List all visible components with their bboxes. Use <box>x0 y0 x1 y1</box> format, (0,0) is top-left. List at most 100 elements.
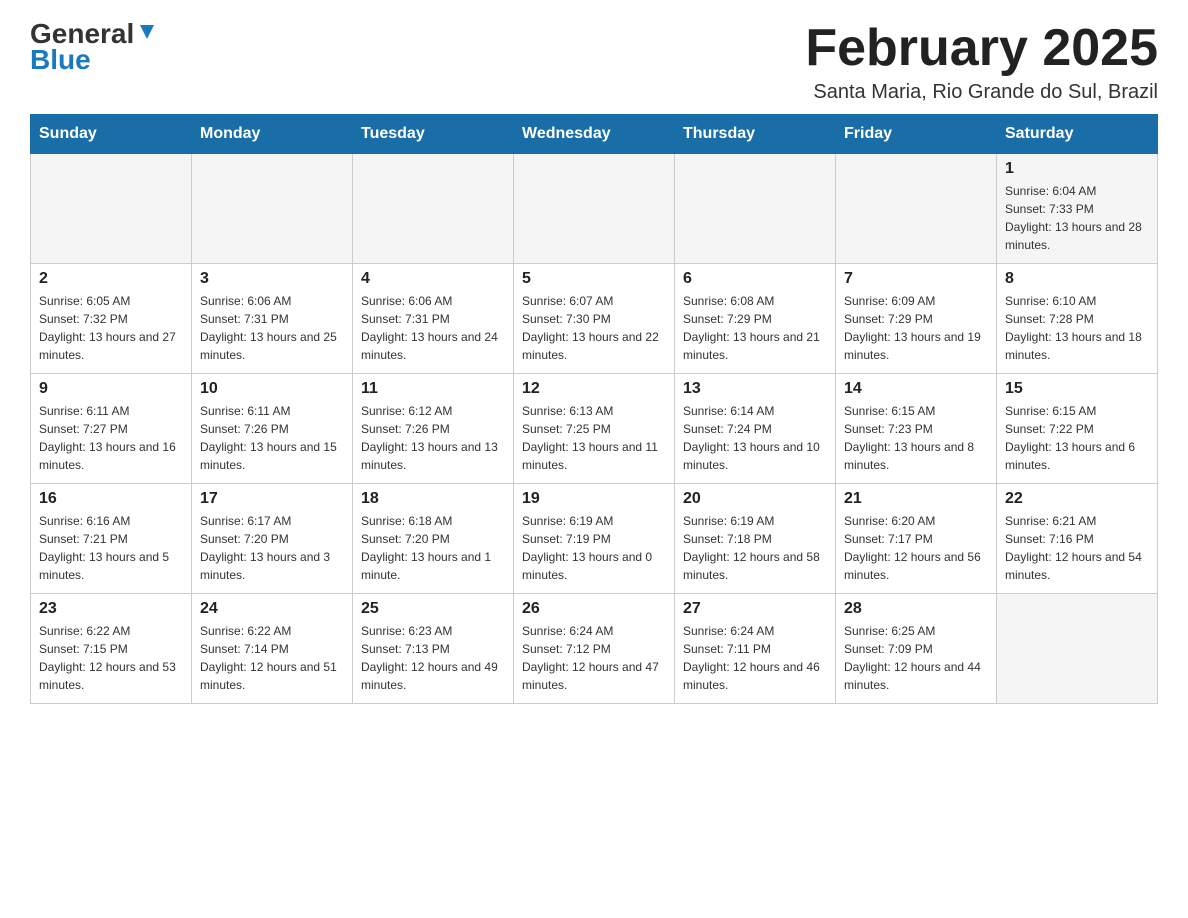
calendar-cell: 21Sunrise: 6:20 AM Sunset: 7:17 PM Dayli… <box>836 484 997 594</box>
logo: General Blue <box>30 20 158 76</box>
day-number: 16 <box>39 490 183 508</box>
calendar-cell: 27Sunrise: 6:24 AM Sunset: 7:11 PM Dayli… <box>675 594 836 704</box>
day-info: Sunrise: 6:10 AM Sunset: 7:28 PM Dayligh… <box>1005 292 1149 364</box>
calendar-cell: 9 Sunrise: 6:11 AM Sunset: 7:27 PM Daylig… <box>31 374 192 484</box>
day-info: Sunrise: 6:18 AM Sunset: 7:20 PM Dayligh… <box>361 512 505 584</box>
day-info: Sunrise: 6:15 AM Sunset: 7:22 PM Dayligh… <box>1005 402 1149 474</box>
calendar-cell: 3 Sunrise: 6:06 AM Sunset: 7:31 PM Daylig… <box>192 264 353 374</box>
day-number: 4 <box>361 270 505 288</box>
calendar-cell: 14 Sunrise: 6:15 AM Sunset: 7:23 PM Dayli… <box>836 374 997 484</box>
day-number: 18 <box>361 490 505 508</box>
header-row: SundayMondayTuesdayWednesdayThursdayFrid… <box>31 115 1158 154</box>
day-number: 5 <box>522 270 666 288</box>
day-number: 24 <box>200 600 344 618</box>
calendar-cell <box>836 154 997 264</box>
day-info: Sunrise: 6:11 AM Sunset: 7:27 PM Dayligh… <box>39 402 183 474</box>
day-number: 21 <box>844 490 988 508</box>
day-number: 14 <box>844 380 988 398</box>
day-info: Sunrise: 6:19 AM Sunset: 7:18 PM Dayligh… <box>683 512 827 584</box>
day-number: 11 <box>361 380 505 398</box>
day-number: 27 <box>683 600 827 618</box>
day-info: Sunrise: 6:21 AM Sunset: 7:16 PM Dayligh… <box>1005 512 1149 584</box>
calendar-cell <box>192 154 353 264</box>
calendar-cell: 15 Sunrise: 6:15 AM Sunset: 7:22 PM Dayli… <box>997 374 1158 484</box>
calendar-cell: 10 Sunrise: 6:11 AM Sunset: 7:26 PM Dayli… <box>192 374 353 484</box>
calendar-cell: 16 Sunrise: 6:16 AM Sunset: 7:21 PM Dayli… <box>31 484 192 594</box>
main-title: February 2025 <box>805 20 1158 77</box>
calendar-table: SundayMondayTuesdayWednesdayThursdayFrid… <box>30 114 1158 704</box>
day-number: 12 <box>522 380 666 398</box>
calendar-cell: 19Sunrise: 6:19 AM Sunset: 7:19 PM Dayli… <box>514 484 675 594</box>
day-number: 22 <box>1005 490 1149 508</box>
calendar-cell: 26 Sunrise: 6:24 AM Sunset: 7:12 PM Dayli… <box>514 594 675 704</box>
day-info: Sunrise: 6:14 AM Sunset: 7:24 PM Dayligh… <box>683 402 827 474</box>
day-info: Sunrise: 6:25 AM Sunset: 7:09 PM Dayligh… <box>844 622 988 694</box>
day-number: 13 <box>683 380 827 398</box>
calendar-cell <box>997 594 1158 704</box>
calendar-cell <box>514 154 675 264</box>
calendar-cell: 13 Sunrise: 6:14 AM Sunset: 7:24 PM Dayli… <box>675 374 836 484</box>
calendar-cell: 17 Sunrise: 6:17 AM Sunset: 7:20 PM Dayli… <box>192 484 353 594</box>
calendar-cell <box>675 154 836 264</box>
day-info: Sunrise: 6:04 AM Sunset: 7:33 PM Dayligh… <box>1005 182 1149 254</box>
day-info: Sunrise: 6:05 AM Sunset: 7:32 PM Dayligh… <box>39 292 183 364</box>
calendar-body: 1 Sunrise: 6:04 AM Sunset: 7:33 PM Daylig… <box>31 154 1158 704</box>
calendar-cell: 1 Sunrise: 6:04 AM Sunset: 7:33 PM Daylig… <box>997 154 1158 264</box>
day-number: 26 <box>522 600 666 618</box>
week-row-4: 16 Sunrise: 6:16 AM Sunset: 7:21 PM Dayli… <box>31 484 1158 594</box>
day-info: Sunrise: 6:12 AM Sunset: 7:26 PM Dayligh… <box>361 402 505 474</box>
day-number: 1 <box>1005 160 1149 178</box>
header-day-wednesday: Wednesday <box>514 115 675 154</box>
week-row-5: 23Sunrise: 6:22 AM Sunset: 7:15 PM Dayli… <box>31 594 1158 704</box>
day-number: 20 <box>683 490 827 508</box>
day-info: Sunrise: 6:16 AM Sunset: 7:21 PM Dayligh… <box>39 512 183 584</box>
header-day-friday: Friday <box>836 115 997 154</box>
calendar-cell: 7 Sunrise: 6:09 AM Sunset: 7:29 PM Daylig… <box>836 264 997 374</box>
day-info: Sunrise: 6:19 AM Sunset: 7:19 PM Dayligh… <box>522 512 666 584</box>
calendar-cell: 20 Sunrise: 6:19 AM Sunset: 7:18 PM Dayli… <box>675 484 836 594</box>
day-info: Sunrise: 6:17 AM Sunset: 7:20 PM Dayligh… <box>200 512 344 584</box>
day-info: Sunrise: 6:23 AM Sunset: 7:13 PM Dayligh… <box>361 622 505 694</box>
calendar-cell: 18 Sunrise: 6:18 AM Sunset: 7:20 PM Dayli… <box>353 484 514 594</box>
day-info: Sunrise: 6:06 AM Sunset: 7:31 PM Dayligh… <box>200 292 344 364</box>
calendar-cell: 24 Sunrise: 6:22 AM Sunset: 7:14 PM Dayli… <box>192 594 353 704</box>
day-info: Sunrise: 6:06 AM Sunset: 7:31 PM Dayligh… <box>361 292 505 364</box>
day-number: 28 <box>844 600 988 618</box>
header-day-monday: Monday <box>192 115 353 154</box>
day-info: Sunrise: 6:09 AM Sunset: 7:29 PM Dayligh… <box>844 292 988 364</box>
day-number: 7 <box>844 270 988 288</box>
week-row-2: 2Sunrise: 6:05 AM Sunset: 7:32 PM Daylig… <box>31 264 1158 374</box>
day-info: Sunrise: 6:11 AM Sunset: 7:26 PM Dayligh… <box>200 402 344 474</box>
title-block: February 2025 Santa Maria, Rio Grande do… <box>805 20 1158 104</box>
header-day-thursday: Thursday <box>675 115 836 154</box>
day-number: 15 <box>1005 380 1149 398</box>
day-number: 9 <box>39 380 183 398</box>
day-info: Sunrise: 6:13 AM Sunset: 7:25 PM Dayligh… <box>522 402 666 474</box>
day-info: Sunrise: 6:22 AM Sunset: 7:14 PM Dayligh… <box>200 622 344 694</box>
day-info: Sunrise: 6:15 AM Sunset: 7:23 PM Dayligh… <box>844 402 988 474</box>
calendar-cell: 12 Sunrise: 6:13 AM Sunset: 7:25 PM Dayli… <box>514 374 675 484</box>
header-day-saturday: Saturday <box>997 115 1158 154</box>
calendar-cell: 11 Sunrise: 6:12 AM Sunset: 7:26 PM Dayli… <box>353 374 514 484</box>
calendar-cell: 4 Sunrise: 6:06 AM Sunset: 7:31 PM Daylig… <box>353 264 514 374</box>
calendar-cell: 2Sunrise: 6:05 AM Sunset: 7:32 PM Daylig… <box>31 264 192 374</box>
calendar-cell <box>31 154 192 264</box>
calendar-cell: 23Sunrise: 6:22 AM Sunset: 7:15 PM Dayli… <box>31 594 192 704</box>
day-number: 17 <box>200 490 344 508</box>
week-row-1: 1 Sunrise: 6:04 AM Sunset: 7:33 PM Daylig… <box>31 154 1158 264</box>
subtitle: Santa Maria, Rio Grande do Sul, Brazil <box>805 81 1158 104</box>
day-number: 6 <box>683 270 827 288</box>
calendar-cell: 28 Sunrise: 6:25 AM Sunset: 7:09 PM Dayli… <box>836 594 997 704</box>
logo-arrow-icon <box>136 21 158 43</box>
calendar-cell: 5Sunrise: 6:07 AM Sunset: 7:30 PM Daylig… <box>514 264 675 374</box>
day-number: 3 <box>200 270 344 288</box>
day-number: 10 <box>200 380 344 398</box>
logo-blue: Blue <box>30 44 91 76</box>
day-number: 25 <box>361 600 505 618</box>
calendar-cell: 22 Sunrise: 6:21 AM Sunset: 7:16 PM Dayli… <box>997 484 1158 594</box>
header-day-tuesday: Tuesday <box>353 115 514 154</box>
calendar-cell: 6 Sunrise: 6:08 AM Sunset: 7:29 PM Daylig… <box>675 264 836 374</box>
day-info: Sunrise: 6:22 AM Sunset: 7:15 PM Dayligh… <box>39 622 183 694</box>
day-info: Sunrise: 6:24 AM Sunset: 7:12 PM Dayligh… <box>522 622 666 694</box>
day-info: Sunrise: 6:08 AM Sunset: 7:29 PM Dayligh… <box>683 292 827 364</box>
